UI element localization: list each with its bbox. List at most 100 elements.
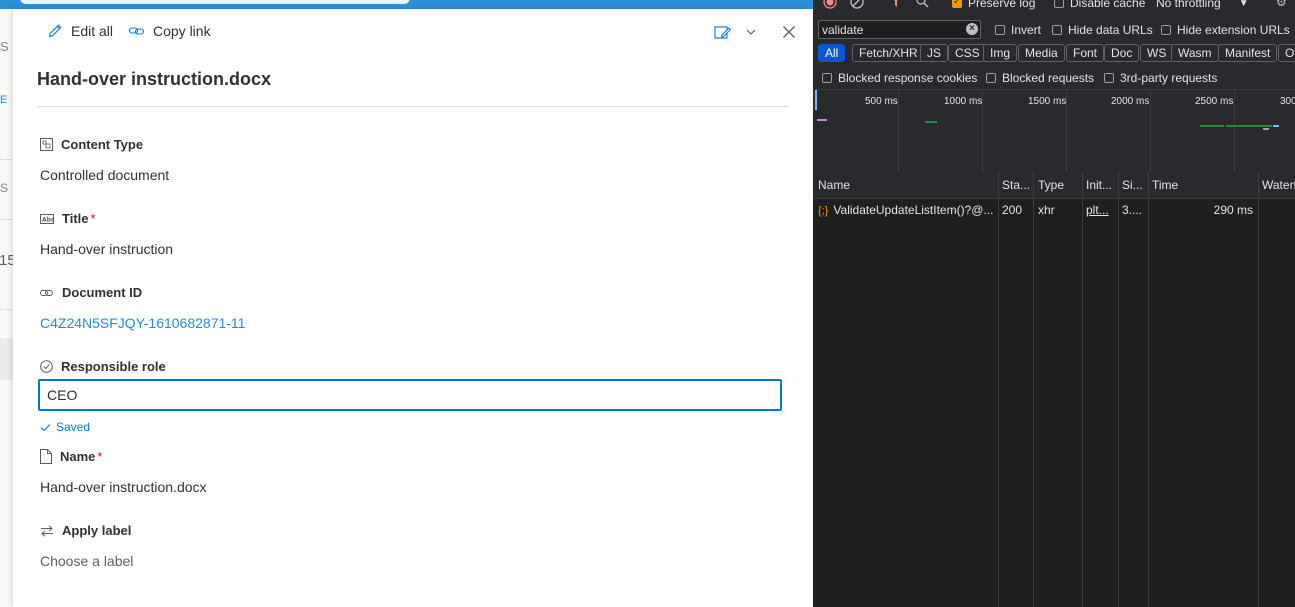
overview-request-bar bbox=[1200, 125, 1224, 127]
overview-request-bar bbox=[1263, 128, 1269, 130]
apply-label-label-text: Apply label bbox=[62, 523, 132, 538]
devtools-network-panel: Preserve log Disable cache No throttling… bbox=[813, 0, 1295, 607]
hide-extension-urls-checkbox[interactable]: Hide extension URLs bbox=[1161, 23, 1290, 37]
column-header-status[interactable]: Sta... bbox=[1002, 178, 1032, 192]
overview-request-bar bbox=[1226, 125, 1272, 127]
network-toolbar: Preserve log Disable cache No throttling… bbox=[813, 0, 1295, 13]
link-icon bbox=[40, 289, 53, 296]
column-header-size[interactable]: Si... bbox=[1122, 178, 1148, 192]
network-overview-timeline[interactable]: 500 ms 1000 ms 1500 ms 2000 ms 2500 ms 3… bbox=[813, 89, 1295, 173]
edit-view-icon[interactable] bbox=[714, 25, 732, 41]
search-icon[interactable] bbox=[916, 0, 929, 8]
dropdown-arrow-icon: ▼ bbox=[1238, 0, 1249, 9]
background-text-fragment: E bbox=[0, 94, 8, 106]
required-marker: * bbox=[97, 449, 103, 464]
type-filter-img[interactable]: Img bbox=[983, 44, 1018, 62]
type-filter-media[interactable]: Media bbox=[1018, 44, 1065, 62]
background-top-bar bbox=[0, 0, 813, 9]
name-label-text: Name bbox=[60, 449, 96, 464]
xhr-braces-icon: {;} bbox=[818, 205, 829, 217]
overview-tick-label: 1000 ms bbox=[944, 96, 983, 107]
background-text-fragment: S bbox=[0, 181, 9, 195]
column-header-waterfall[interactable]: Waterf bbox=[1262, 178, 1295, 192]
type-filter-ws[interactable]: WS bbox=[1140, 44, 1174, 62]
request-type: xhr bbox=[1038, 203, 1055, 217]
type-filter-other[interactable]: Ot bbox=[1278, 44, 1295, 62]
chevron-down-icon[interactable] bbox=[745, 27, 757, 37]
check-circle-icon bbox=[40, 360, 53, 373]
request-initiator-link[interactable]: plt... bbox=[1086, 203, 1116, 217]
overview-tick-label: 2500 ms bbox=[1195, 96, 1234, 107]
disable-cache-checkbox[interactable]: Disable cache bbox=[1054, 0, 1145, 10]
blocked-response-cookies-label: Blocked response cookies bbox=[838, 71, 978, 85]
type-filter-css[interactable]: CSS bbox=[948, 44, 987, 62]
content-type-value[interactable]: Controlled document bbox=[40, 167, 169, 183]
hide-extension-urls-label: Hide extension URLs bbox=[1177, 23, 1290, 37]
type-filter-font[interactable]: Font bbox=[1066, 44, 1105, 62]
panel-title: Hand-over instruction.docx bbox=[37, 69, 272, 89]
content-type-label: Content Type bbox=[40, 137, 143, 152]
checkmark-icon bbox=[40, 423, 51, 431]
record-icon[interactable] bbox=[823, 0, 837, 9]
apply-label-label: Apply label bbox=[40, 523, 131, 538]
responsible-role-input[interactable] bbox=[38, 379, 782, 411]
request-name-cell[interactable]: {;} ValidateUpdateListItem()?@... bbox=[818, 203, 996, 217]
hide-data-urls-checkbox[interactable]: Hide data URLs bbox=[1052, 23, 1153, 37]
preserve-log-checkbox[interactable]: Preserve log bbox=[952, 0, 1035, 10]
overview-cursor bbox=[815, 90, 817, 110]
type-filter-wasm[interactable]: Wasm bbox=[1171, 44, 1219, 62]
request-table-header: Name Sta... Type Init... Si... Time Wate… bbox=[813, 172, 1295, 199]
request-row[interactable]: {;} ValidateUpdateListItem()?@... 200 xhr… bbox=[813, 199, 1295, 221]
clear-filter-icon[interactable]: × bbox=[966, 23, 978, 35]
invert-label: Invert bbox=[1011, 23, 1042, 37]
type-filter-all[interactable]: All bbox=[818, 44, 846, 62]
overview-tick-label: 1500 ms bbox=[1028, 96, 1067, 107]
title-label-text: Title bbox=[62, 211, 89, 226]
type-filter-fetch-xhr[interactable]: Fetch/XHR bbox=[852, 44, 925, 62]
third-party-requests-label: 3rd-party requests bbox=[1120, 71, 1218, 85]
copy-link-button[interactable]: Copy link bbox=[128, 23, 211, 39]
column-header-initiator[interactable]: Init... bbox=[1086, 178, 1118, 192]
choose-label-dropdown[interactable]: Choose a label bbox=[40, 553, 133, 569]
third-party-requests-checkbox[interactable]: 3rd-party requests bbox=[1104, 71, 1217, 85]
name-value[interactable]: Hand-over instruction.docx bbox=[40, 479, 207, 495]
edit-all-button[interactable]: Edit all bbox=[47, 23, 113, 39]
type-filter-doc[interactable]: Doc bbox=[1104, 44, 1140, 62]
blocked-requests-label: Blocked requests bbox=[1002, 71, 1095, 85]
close-icon[interactable] bbox=[781, 24, 797, 40]
invert-checkbox[interactable]: Invert bbox=[995, 23, 1041, 37]
overview-tick-label: 500 ms bbox=[865, 96, 898, 107]
title-value[interactable]: Hand-over instruction bbox=[40, 241, 173, 257]
network-settings-icon[interactable]: ⚙ bbox=[1276, 0, 1287, 9]
network-filter-input[interactable] bbox=[818, 20, 981, 39]
blocked-requests-checkbox[interactable]: Blocked requests bbox=[986, 71, 1094, 85]
filter-icon[interactable] bbox=[890, 0, 902, 8]
throttling-label: No throttling bbox=[1156, 0, 1221, 10]
document-id-label-text: Document ID bbox=[62, 285, 143, 300]
column-header-type[interactable]: Type bbox=[1038, 178, 1082, 192]
blocked-response-cookies-checkbox[interactable]: Blocked response cookies bbox=[822, 71, 977, 85]
responsible-role-label-text: Responsible role bbox=[61, 359, 166, 374]
column-header-time[interactable]: Time bbox=[1152, 178, 1252, 192]
request-time: 290 ms bbox=[1213, 203, 1253, 217]
content-type-icon bbox=[40, 138, 53, 151]
hide-data-urls-label: Hide data URLs bbox=[1068, 23, 1153, 37]
saved-status-text: Saved bbox=[56, 420, 91, 434]
clear-icon[interactable] bbox=[850, 0, 864, 9]
required-marker: * bbox=[90, 211, 96, 226]
overview-request-bar bbox=[1273, 125, 1279, 127]
disable-cache-label: Disable cache bbox=[1070, 0, 1146, 10]
document-icon bbox=[40, 449, 52, 464]
column-header-name[interactable]: Name bbox=[818, 178, 998, 192]
link-icon bbox=[128, 27, 145, 35]
throttling-select[interactable]: No throttling ▼ bbox=[1156, 0, 1249, 10]
swap-arrows-icon bbox=[41, 524, 53, 537]
saved-status: Saved bbox=[40, 420, 90, 434]
copy-link-label: Copy link bbox=[153, 23, 211, 39]
overview-tick-label: 2000 ms bbox=[1111, 96, 1150, 107]
request-status: 200 bbox=[1002, 203, 1023, 217]
type-filter-js[interactable]: JS bbox=[920, 44, 949, 62]
document-id-link[interactable]: C4Z24N5SFJQY-1610682871-11 bbox=[40, 315, 245, 331]
document-id-label: Document ID bbox=[40, 285, 142, 300]
type-filter-manifest[interactable]: Manifest bbox=[1218, 44, 1278, 62]
